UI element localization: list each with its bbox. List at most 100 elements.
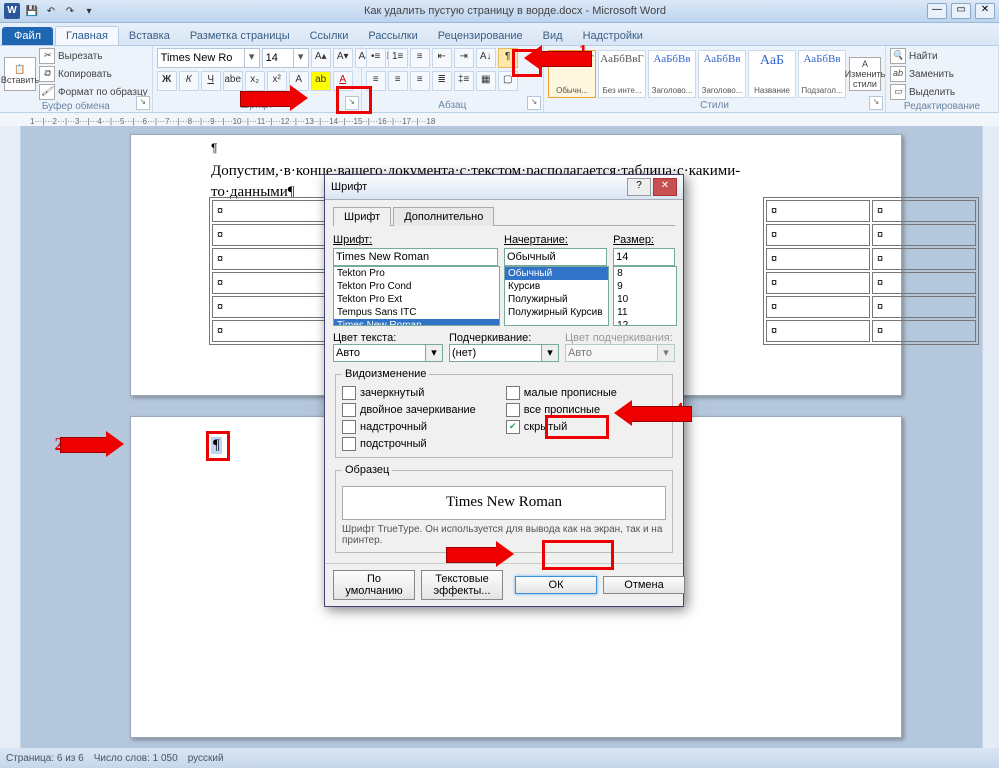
style-heading1[interactable]: АаБбВвЗаголово... [648,50,696,98]
label-underline: Подчеркивание: [449,332,531,344]
ribbon-tabs: Файл Главная Вставка Разметка страницы С… [0,23,999,46]
styles-launcher[interactable]: ↘ [869,96,883,110]
qat-more-icon[interactable]: ▾ [81,3,97,19]
default-button[interactable]: По умолчанию [333,570,415,600]
text-effects-button[interactable]: Текстовые эффекты... [421,570,503,600]
cut-button[interactable]: ✂Вырезать [39,48,148,64]
font-size-combo[interactable]: ▾ [262,48,309,68]
align-right-button[interactable]: ≡ [410,71,430,91]
sort-button[interactable]: A↓ [476,48,496,68]
document-area: ¶ Допустим,·в·конце·вашего·документа·с·т… [0,126,999,748]
strike-button[interactable]: abe [223,71,243,91]
label-font: Шрифт: [333,234,498,246]
numbering-button[interactable]: 1≡ [388,48,408,68]
group-styles: АаБбВвГОбычн... АаБбВвГБез инте... АаБбВ… [544,46,886,112]
grow-font-button[interactable]: A▴ [311,48,331,68]
find-button[interactable]: 🔍Найти [890,48,955,64]
annotation-box-3 [336,86,372,114]
dialog-close-button[interactable]: ✕ [653,178,677,196]
cb-subscript[interactable]: подстрочный [342,437,476,451]
doc-table-right[interactable]: ¤¤¤¤¤¤¤¤¤¤¤¤ [763,197,979,345]
title-bar: W 💾 ↶ ↷ ▾ Как удалить пустую страницу в … [0,0,999,23]
vertical-scrollbar[interactable] [982,126,999,748]
minimize-button[interactable]: — [927,3,947,19]
font-style-input[interactable] [504,248,607,266]
bold-button[interactable]: Ж [157,71,177,91]
replace-icon: ab [890,66,906,82]
justify-button[interactable]: ≣ [432,71,452,91]
dialog-title: Шрифт [331,181,367,193]
status-lang[interactable]: русский [188,753,224,764]
bullets-button[interactable]: •≡ [366,48,386,68]
dialog-help-button[interactable]: ? [627,178,651,196]
style-title[interactable]: АаБНазвание [748,50,796,98]
inc-indent-button[interactable]: ⇥ [454,48,474,68]
cb-smallcaps[interactable]: малые прописные [506,386,617,400]
tab-insert[interactable]: Вставка [119,27,180,45]
format-painter-button[interactable]: 🖌Формат по образцу [39,84,148,100]
font-preview: Times New Roman [342,486,666,520]
cb-dblstrike[interactable]: двойное зачеркивание [342,403,476,417]
vertical-ruler[interactable] [0,126,21,748]
paste-button[interactable]: 📋Вставить [4,57,36,91]
tab-mailings[interactable]: Рассылки [358,27,427,45]
dec-indent-button[interactable]: ⇤ [432,48,452,68]
cb-superscript[interactable]: надстрочный [342,420,476,434]
change-styles-button[interactable]: AИзменить стили [849,57,881,91]
shading-button[interactable]: ▦ [476,71,496,91]
size-list[interactable]: 89101112 [613,266,677,326]
group-editing: 🔍Найти abЗаменить ▭Выделить Редактирован… [886,46,999,112]
group-title: Абзац [366,99,539,112]
style-subtitle[interactable]: АаБбВвПодзагол... [798,50,846,98]
text-color-combo[interactable]: ▾ [333,344,443,362]
ok-button[interactable]: ОК [515,576,597,594]
select-button[interactable]: ▭Выделить [890,84,955,100]
tab-review[interactable]: Рецензирование [428,27,533,45]
status-words[interactable]: Число слов: 1 050 [94,753,178,764]
status-page[interactable]: Страница: 6 из 6 [6,753,84,764]
tab-view[interactable]: Вид [533,27,573,45]
clipboard-launcher[interactable]: ↘ [136,96,150,110]
save-icon[interactable]: 💾 [24,3,40,19]
font-name-combo[interactable]: ▾ [157,48,260,68]
font-list[interactable]: Tekton ProTekton Pro CondTekton Pro ExtT… [333,266,500,326]
paragraph-launcher[interactable]: ↘ [527,96,541,110]
close-button[interactable]: ✕ [975,3,995,19]
dialog-tab-advanced[interactable]: Дополнительно [393,207,494,226]
style-list[interactable]: ОбычныйКурсивПолужирныйПолужирный Курсив [504,266,609,326]
shrink-font-button[interactable]: A▾ [333,48,353,68]
underline-combo[interactable]: ▾ [449,344,559,362]
tab-home[interactable]: Главная [55,26,119,45]
line-spacing-button[interactable]: ‡≡ [454,71,474,91]
annotation-box-2 [206,431,230,461]
maximize-button[interactable]: ▭ [951,3,971,19]
italic-button[interactable]: К [179,71,199,91]
cancel-button[interactable]: Отмена [603,576,685,594]
file-tab[interactable]: Файл [2,27,53,45]
dialog-tab-font[interactable]: Шрифт [333,207,391,226]
replace-button[interactable]: abЗаменить [890,66,955,82]
copy-button[interactable]: ⧉Копировать [39,66,148,82]
tab-references[interactable]: Ссылки [300,27,359,45]
group-title: Стили [548,99,881,112]
quick-access-toolbar: 💾 ↶ ↷ ▾ [24,3,97,19]
font-name-input[interactable] [333,248,498,266]
font-size-input[interactable] [613,248,675,266]
underline-button[interactable]: Ч [201,71,221,91]
find-icon: 🔍 [890,48,906,64]
cb-strike[interactable]: зачеркнутый [342,386,476,400]
redo-icon[interactable]: ↷ [62,3,78,19]
multilevel-button[interactable]: ≡ [410,48,430,68]
copy-icon: ⧉ [39,66,55,82]
subscript-button[interactable]: x₂ [245,71,265,91]
align-center-button[interactable]: ≡ [388,71,408,91]
undo-icon[interactable]: ↶ [43,3,59,19]
style-heading2[interactable]: АаБбВвЗаголово... [698,50,746,98]
label-color: Цвет текста: [333,332,396,344]
dialog-titlebar[interactable]: Шрифт ? ✕ [325,175,683,200]
highlight-button[interactable]: ab [311,71,331,91]
tab-layout[interactable]: Разметка страницы [180,27,300,45]
group-title: Буфер обмена [4,100,148,113]
window-buttons: — ▭ ✕ [927,3,995,19]
style-nospacing[interactable]: АаБбВвГБез инте... [598,50,646,98]
